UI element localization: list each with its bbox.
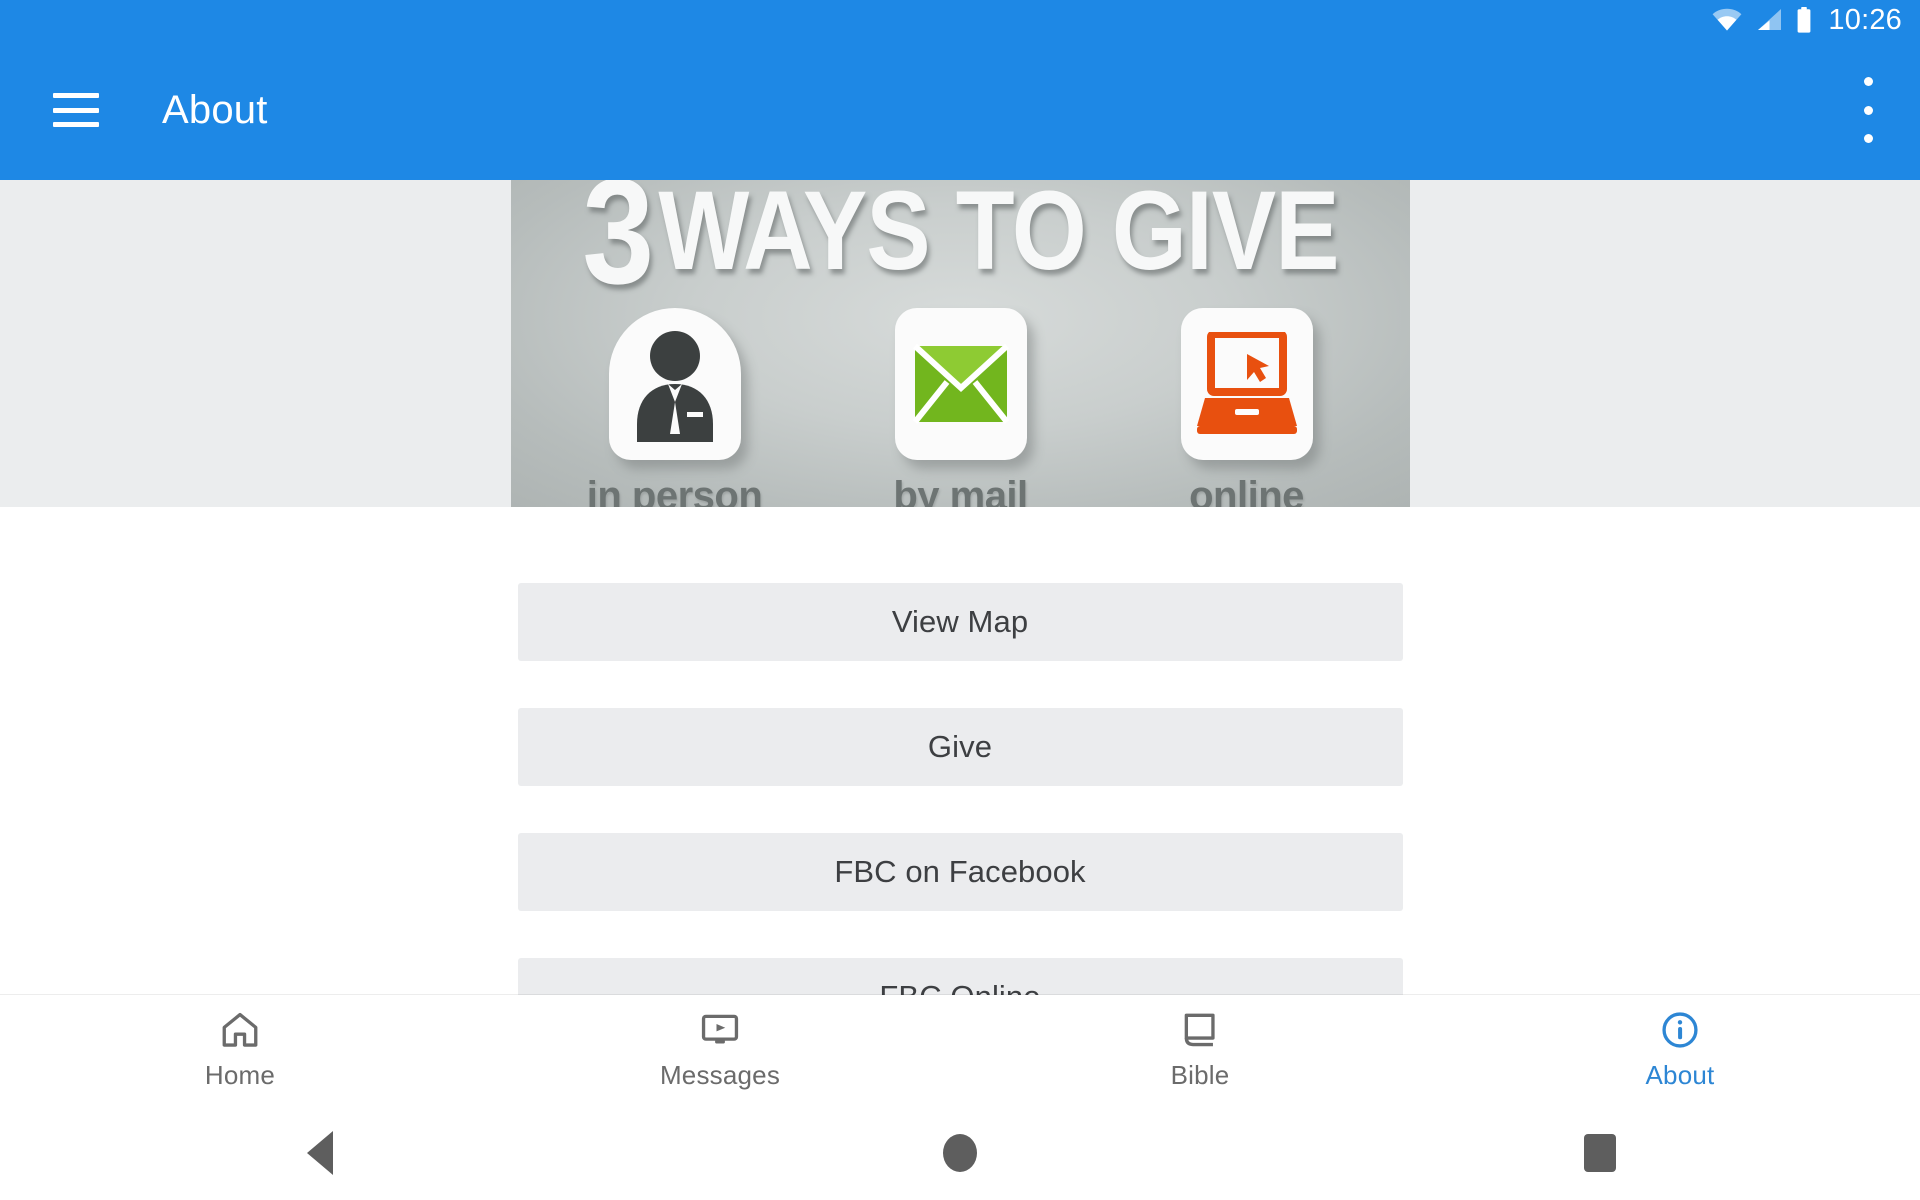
- app-bar: About: [0, 40, 1920, 180]
- system-home-button[interactable]: [640, 1133, 1280, 1172]
- give-button[interactable]: Give: [517, 708, 1403, 786]
- back-triangle-icon: [307, 1130, 333, 1175]
- person-tile: [608, 308, 741, 460]
- tab-label-bible: Bible: [1170, 1060, 1230, 1090]
- overflow-menu-icon[interactable]: [1858, 77, 1878, 143]
- give-method-label: by mail: [893, 474, 1028, 507]
- fbc-online-button[interactable]: FBC Online: [517, 958, 1403, 995]
- fbc-on-facebook-button[interactable]: FBC on Facebook: [517, 833, 1403, 911]
- hamburger-menu-icon[interactable]: [53, 93, 99, 127]
- give-method-label: in person: [586, 474, 763, 507]
- banner-strip: 3WAYS TO GIVE in person by mail online: [0, 180, 1920, 507]
- give-method-in-person: in person: [587, 308, 763, 507]
- recents-square-icon: [1584, 1133, 1616, 1172]
- view-map-button[interactable]: View Map: [517, 583, 1403, 661]
- tab-label-messages: Messages: [659, 1060, 781, 1090]
- cellular-signal-icon: [1758, 9, 1782, 30]
- system-back-button[interactable]: [0, 1130, 640, 1175]
- give-method-online: online: [1163, 308, 1331, 507]
- banner-headline-text: WAYS TO GIVE: [658, 180, 1339, 293]
- three-ways-to-give-banner[interactable]: 3WAYS TO GIVE in person by mail online: [511, 180, 1410, 507]
- page-title: About: [162, 87, 268, 132]
- envelope-tile: [894, 308, 1027, 460]
- home-icon: [222, 1012, 258, 1047]
- android-system-nav: [0, 1105, 1920, 1200]
- info-circle-icon: [1662, 1012, 1698, 1048]
- banner-headline: 3WAYS TO GIVE: [574, 180, 1347, 306]
- home-circle-icon: [943, 1133, 977, 1172]
- tab-bible[interactable]: Bible: [960, 1009, 1440, 1091]
- tab-about[interactable]: About: [1440, 1009, 1920, 1091]
- banner-headline-number: 3: [582, 180, 654, 315]
- bottom-tab-bar: Home Messages Bible About: [0, 995, 1920, 1105]
- tab-messages[interactable]: Messages: [480, 1009, 960, 1091]
- battery-icon: [1798, 7, 1811, 33]
- tab-label-about: About: [1645, 1060, 1715, 1090]
- give-methods-row: in person by mail online: [511, 308, 1410, 507]
- system-recents-button[interactable]: [1280, 1133, 1920, 1172]
- envelope-icon: [912, 344, 1009, 424]
- person-icon: [636, 331, 713, 442]
- video-monitor-icon: [701, 1014, 739, 1044]
- tab-home[interactable]: Home: [0, 1009, 480, 1091]
- app-root: 10:26 About 3WAYS TO GIVE in person by m…: [0, 0, 1920, 1200]
- about-action-list: View Map Give FBC on Facebook FBC Online: [0, 507, 1920, 995]
- laptop-tile: [1180, 308, 1313, 460]
- content-scroll-area[interactable]: 3WAYS TO GIVE in person by mail online V…: [0, 180, 1920, 995]
- status-bar: 10:26: [0, 0, 1920, 40]
- laptop-icon: [1196, 332, 1297, 434]
- tab-label-home: Home: [204, 1060, 276, 1090]
- give-method-by-mail: by mail: [877, 308, 1045, 507]
- give-method-label: online: [1189, 474, 1304, 507]
- status-clock: 10:26: [1828, 3, 1902, 36]
- book-icon: [1184, 1013, 1215, 1047]
- wifi-icon: [1713, 8, 1742, 31]
